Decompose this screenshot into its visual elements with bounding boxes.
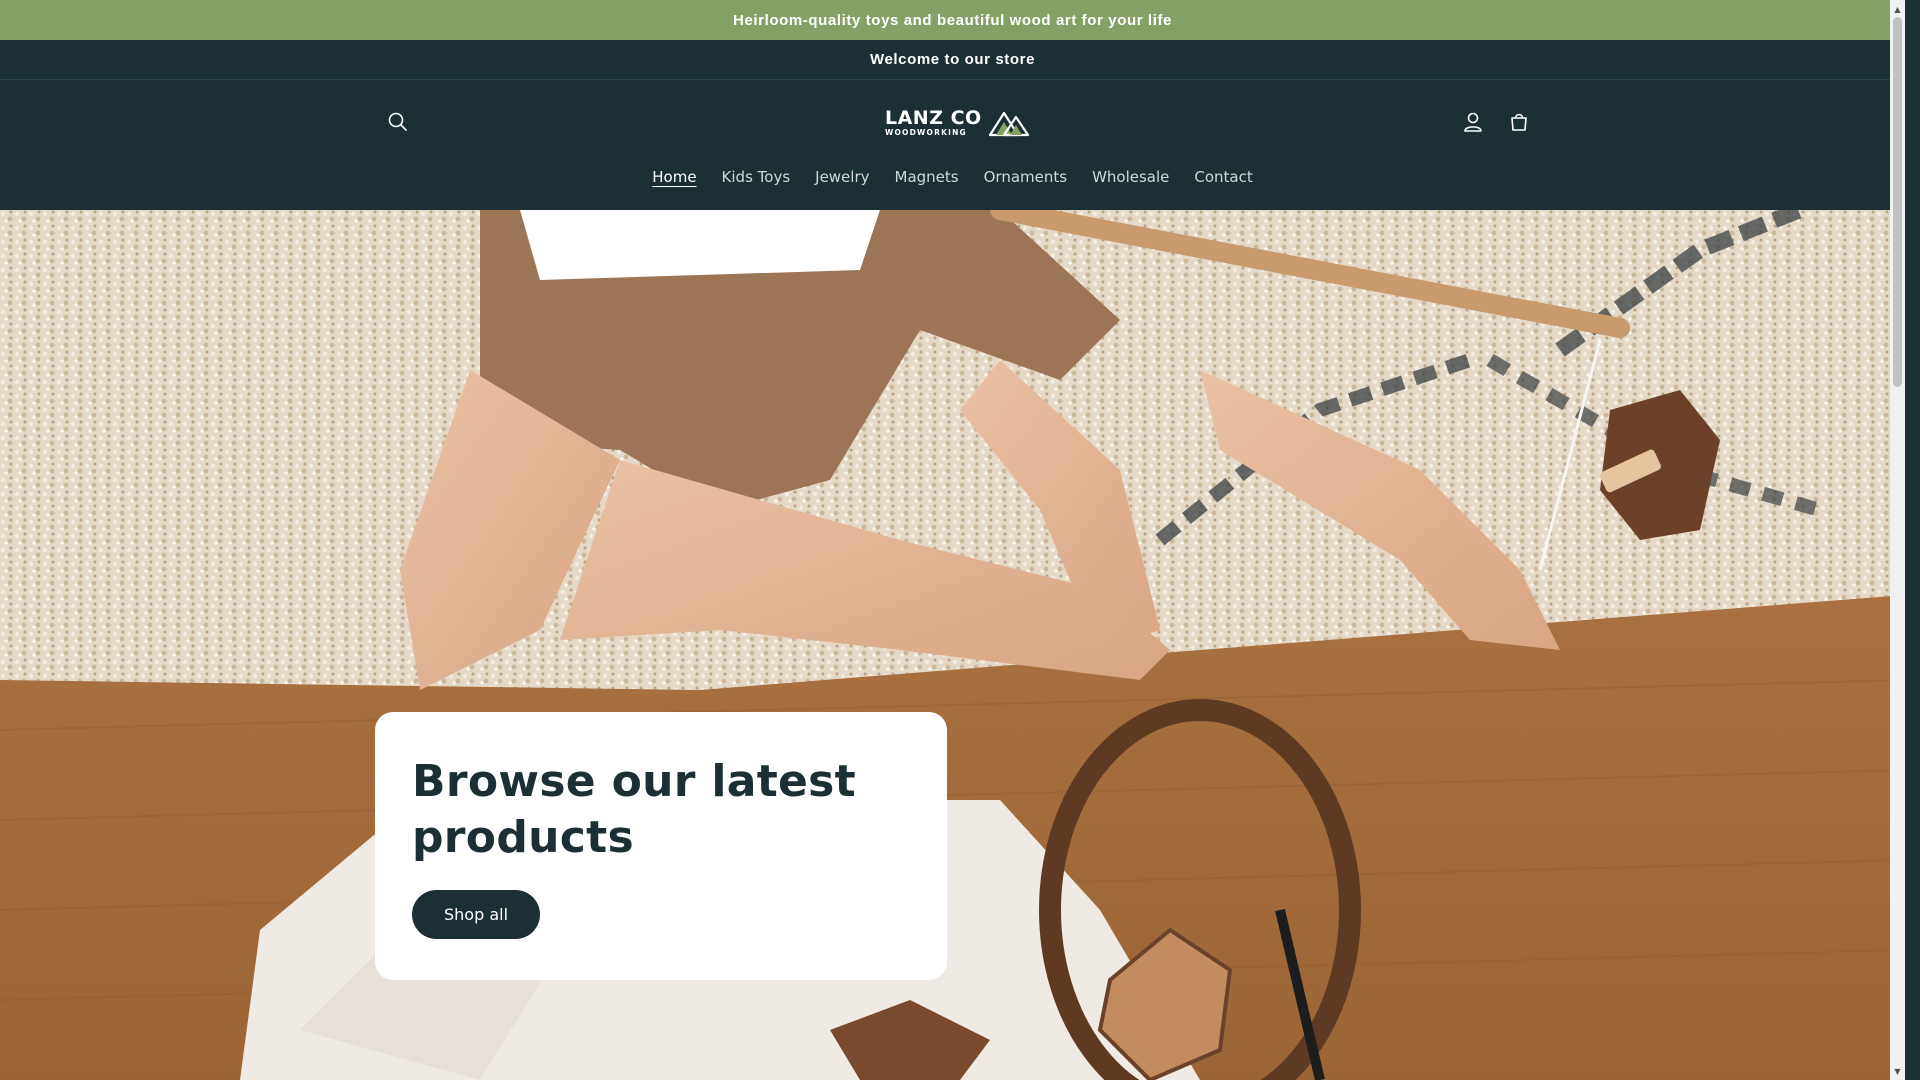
logo-text: LANZ CO WOODWORKING — [885, 109, 982, 137]
announcement-text: Heirloom-quality toys and beautiful wood… — [733, 11, 1172, 29]
scroll-thumb[interactable] — [1893, 17, 1902, 387]
logo-main-text: LANZ CO — [885, 107, 982, 130]
account-icon — [1464, 112, 1482, 132]
shop-all-button[interactable]: Shop all — [412, 890, 540, 939]
announcement-bar: Heirloom-quality toys and beautiful wood… — [0, 0, 1905, 40]
search-button[interactable] — [378, 102, 418, 142]
scroll-down-arrow-icon[interactable]: ▼ — [1890, 1064, 1905, 1078]
nav-item-contact[interactable]: Contact — [1182, 168, 1265, 186]
account-button[interactable] — [1453, 102, 1493, 142]
hero-image — [0, 210, 1905, 1080]
cart-button[interactable] — [1499, 102, 1539, 142]
hero-banner: Browse our latest products Shop all — [0, 210, 1905, 1080]
nav-item-jewelry[interactable]: Jewelry — [803, 168, 882, 186]
nav-item-home[interactable]: Home — [640, 168, 709, 186]
welcome-text: Welcome to our store — [869, 51, 1036, 68]
nav-item-wholesale[interactable]: Wholesale — [1080, 168, 1182, 186]
vertical-scrollbar[interactable]: ▲ ▼ — [1890, 0, 1905, 1080]
mountain-logo-icon — [988, 111, 1029, 137]
header-row: LANZ CO WOODWORKING — [0, 80, 1905, 164]
main-navigation: Home Kids Toys Jewelry Magnets Ornaments… — [0, 168, 1905, 186]
site-header: Welcome to our store LANZ CO WOODWORKING — [0, 40, 1905, 210]
hero-title: Browse our latest products — [412, 756, 857, 863]
logo-sub-text: WOODWORKING — [885, 128, 967, 138]
nav-item-kids-toys[interactable]: Kids Toys — [709, 168, 803, 186]
welcome-bar: Welcome to our store — [0, 40, 1905, 80]
nav-item-ornaments[interactable]: Ornaments — [971, 168, 1079, 186]
hero-card: Browse our latest products Shop all — [375, 712, 947, 980]
page: Heirloom-quality toys and beautiful wood… — [0, 0, 1905, 1080]
nav-item-magnets[interactable]: Magnets — [882, 168, 971, 186]
store-logo[interactable]: LANZ CO WOODWORKING — [885, 107, 1030, 139]
search-icon — [388, 112, 407, 131]
scroll-up-arrow-icon[interactable]: ▲ — [1890, 2, 1905, 16]
cart-icon — [1511, 113, 1527, 131]
